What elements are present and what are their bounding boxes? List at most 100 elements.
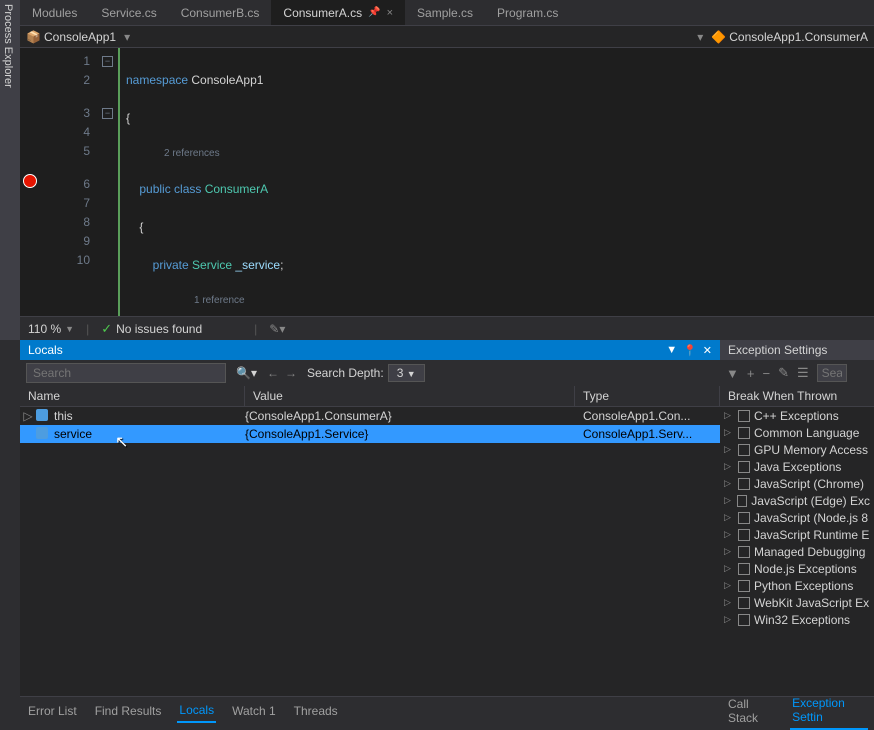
next-icon[interactable]: → [285, 366, 297, 380]
tab-consumerb[interactable]: ConsumerB.cs [169, 0, 272, 25]
expand-icon[interactable]: ▷ [724, 563, 734, 574]
codelens-references[interactable]: 1 reference [126, 294, 868, 308]
tab-find-results[interactable]: Find Results [93, 700, 164, 722]
expand-icon[interactable]: ▷ [724, 529, 734, 540]
codelens-references[interactable]: 2 references [126, 147, 868, 161]
search-depth-dropdown[interactable]: 3 ▼ [388, 364, 425, 382]
checkbox[interactable] [738, 597, 750, 609]
expand-icon[interactable]: ▷ [724, 495, 733, 506]
exception-list[interactable]: ▷C++ Exceptions▷Common Language▷GPU Memo… [720, 407, 874, 696]
expand-icon[interactable]: ▷ [724, 427, 734, 438]
exception-label: Java Exceptions [754, 460, 841, 474]
locals-row-service[interactable]: service {ConsoleApp1.Service} ConsoleApp… [20, 425, 720, 443]
checkbox[interactable] [738, 546, 750, 558]
code-editor[interactable]: 1 2 3 4 5 6 7 8 9 10 − − namespace Conso… [20, 48, 874, 316]
exception-label: Managed Debugging [754, 545, 865, 559]
exception-item[interactable]: ▷ JavaScript (Edge) Exc [720, 492, 874, 509]
tab-locals[interactable]: Locals [177, 699, 216, 723]
checkbox[interactable] [738, 529, 750, 541]
pin-icon[interactable]: 📌 [368, 7, 380, 18]
list-icon[interactable]: ☰ [797, 365, 809, 381]
tab-error-list[interactable]: Error List [26, 700, 79, 722]
exception-label: JavaScript (Chrome) [754, 477, 864, 491]
exception-item[interactable]: ▷Node.js Exceptions [720, 560, 874, 577]
expand-icon[interactable]: ▷ [724, 461, 734, 472]
expand-icon[interactable]: ▷ [724, 512, 734, 523]
tab-consumera[interactable]: ConsumerA.cs📌× [271, 0, 405, 25]
breadcrumb-symbol[interactable]: 🔶 ConsoleApp1.ConsumerA [711, 30, 868, 44]
close-icon[interactable]: ✕ [703, 344, 712, 357]
fold-margin[interactable]: − − [100, 48, 118, 316]
exception-item[interactable]: ▷GPU Memory Access [720, 441, 874, 458]
edit-icon[interactable]: ✎ [778, 365, 789, 381]
checkbox[interactable] [738, 444, 750, 456]
editor-status-bar: 110 %▼ | ✓No issues found | ✎▾ [20, 316, 874, 340]
exception-item[interactable]: ▷JavaScript (Node.js 8 [720, 509, 874, 526]
locals-row-this[interactable]: ▷ this {ConsoleApp1.ConsumerA} ConsoleAp… [20, 407, 720, 425]
expand-icon[interactable]: ▷ [724, 546, 734, 557]
cleanup-icon[interactable]: ✎▾ [269, 322, 285, 336]
checkbox[interactable] [738, 614, 750, 626]
checkbox[interactable] [738, 461, 750, 473]
value-column-header[interactable]: Value [245, 386, 575, 406]
exception-item[interactable]: ▷Common Language [720, 424, 874, 441]
tab-sample[interactable]: Sample.cs [405, 0, 485, 25]
checkbox[interactable] [738, 478, 750, 490]
search-icon[interactable]: 🔍▾ [236, 366, 257, 380]
expand-icon[interactable]: ▷ [724, 410, 734, 421]
name-column-header[interactable]: Name [20, 386, 245, 406]
exception-title-bar[interactable]: Exception Settings [720, 340, 874, 360]
exception-item[interactable]: ▷Python Exceptions [720, 577, 874, 594]
checkbox[interactable] [737, 495, 748, 507]
tab-watch1[interactable]: Watch 1 [230, 700, 278, 722]
tab-service[interactable]: Service.cs [89, 0, 168, 25]
exception-item[interactable]: ▷WebKit JavaScript Ex [720, 594, 874, 611]
expand-icon[interactable]: ▷ [724, 597, 734, 608]
expand-icon[interactable]: ▷ [724, 580, 734, 591]
tab-call-stack[interactable]: Call Stack [726, 693, 776, 729]
tab-program[interactable]: Program.cs [485, 0, 570, 25]
remove-icon[interactable]: − [762, 366, 770, 381]
checkbox[interactable] [738, 427, 750, 439]
checkbox[interactable] [738, 512, 750, 524]
checkbox[interactable] [738, 563, 750, 575]
add-icon[interactable]: + [747, 366, 755, 381]
search-depth-label: Search Depth: [307, 366, 384, 380]
fold-toggle-icon[interactable]: − [102, 108, 113, 119]
expand-icon[interactable]: ▷ [724, 614, 734, 625]
exception-item[interactable]: ▷C++ Exceptions [720, 407, 874, 424]
issues-status[interactable]: ✓No issues found [101, 321, 202, 337]
breakpoint-icon[interactable] [23, 174, 37, 188]
zoom-dropdown[interactable]: 110 %▼ [28, 322, 74, 336]
exception-item[interactable]: ▷ Java Exceptions [720, 458, 874, 475]
tab-threads[interactable]: Threads [292, 700, 340, 722]
exception-search-input[interactable] [817, 364, 847, 382]
filter-icon[interactable]: ▼ [726, 366, 739, 381]
tab-modules[interactable]: Modules [20, 0, 89, 25]
checkbox[interactable] [738, 580, 750, 592]
expand-icon[interactable]: ▷ [724, 478, 734, 489]
close-icon[interactable]: × [387, 7, 393, 19]
exception-toolbar: ▼ + − ✎ ☰ [720, 360, 874, 386]
pin-icon[interactable]: 📍 [683, 344, 697, 357]
exception-item[interactable]: ▷JavaScript Runtime E [720, 526, 874, 543]
dropdown-icon[interactable]: ▼ [666, 344, 677, 357]
prev-icon[interactable]: ← [267, 366, 279, 380]
expand-icon[interactable]: ▷ [724, 444, 734, 455]
locals-search-input[interactable] [26, 363, 226, 383]
locals-title-bar[interactable]: Locals ▼ 📍 ✕ [20, 340, 720, 360]
code-content[interactable]: namespace ConsoleApp1 { 2 references pub… [118, 48, 874, 316]
checkbox[interactable] [738, 410, 750, 422]
locals-columns-header[interactable]: Name Value Type [20, 386, 720, 407]
breadcrumb-project[interactable]: 📦 ConsoleApp1 [26, 30, 116, 44]
glyph-margin[interactable] [20, 48, 40, 316]
type-column-header[interactable]: Type [575, 386, 720, 406]
exception-item[interactable]: ▷ JavaScript (Chrome) [720, 475, 874, 492]
fold-toggle-icon[interactable]: − [102, 56, 113, 67]
process-explorer-sidebar[interactable]: Process Explorer [0, 0, 20, 340]
locals-body[interactable]: ▷ this {ConsoleApp1.ConsumerA} ConsoleAp… [20, 407, 720, 696]
exception-item[interactable]: ▷ Managed Debugging [720, 543, 874, 560]
exception-label: JavaScript (Edge) Exc [751, 494, 870, 508]
expand-icon[interactable]: ▷ [20, 409, 36, 423]
exception-item[interactable]: ▷Win32 Exceptions [720, 611, 874, 628]
